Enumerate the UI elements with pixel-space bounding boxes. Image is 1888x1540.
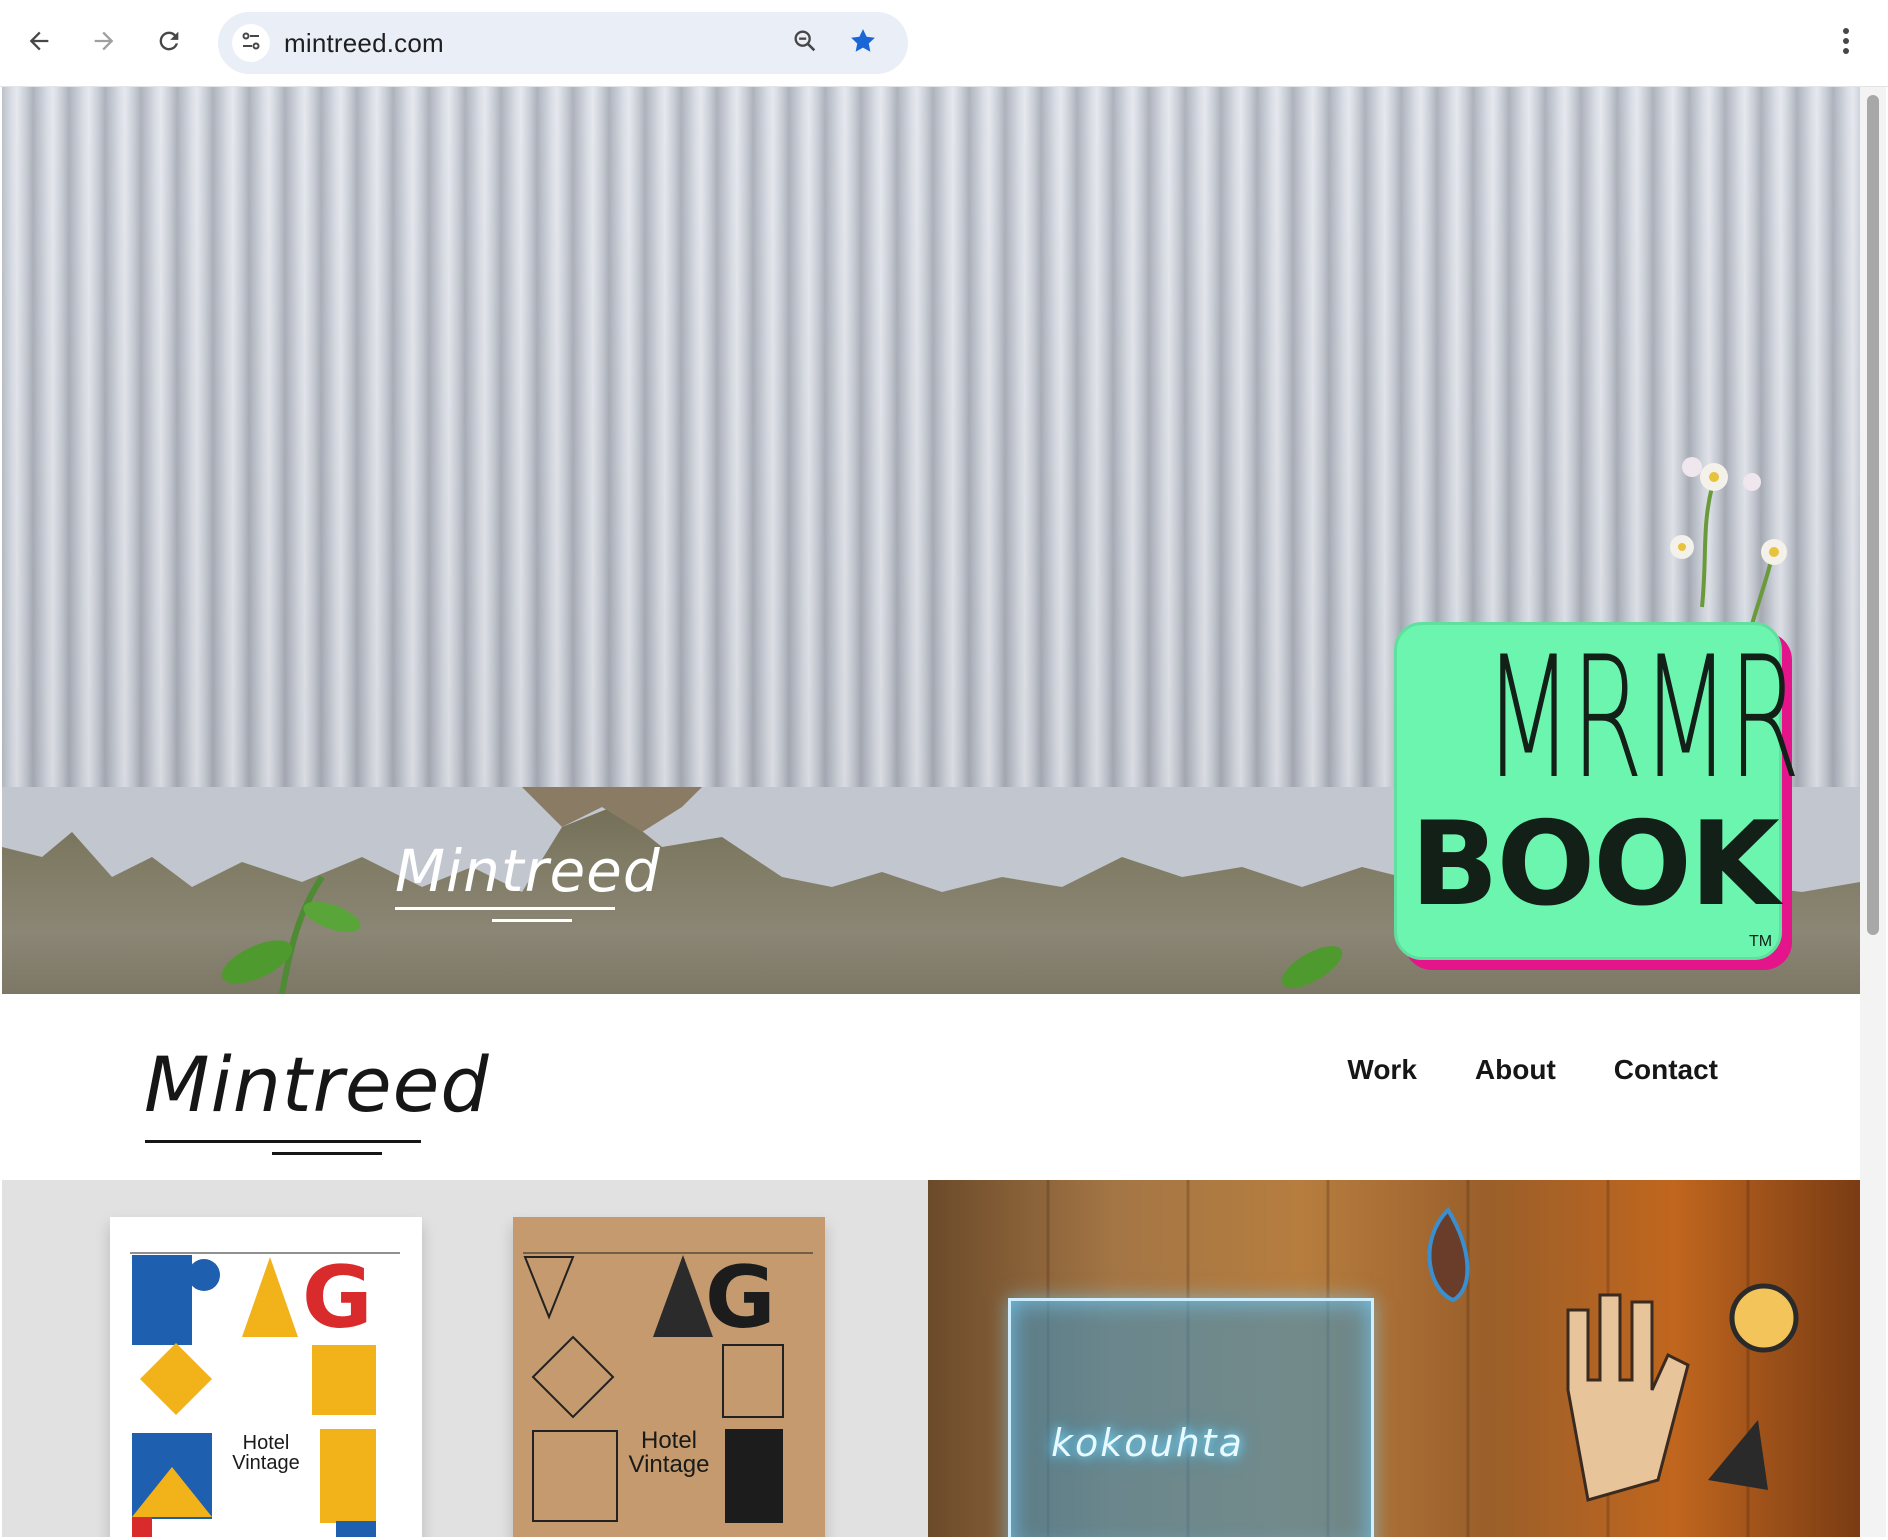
brand-underline (272, 1152, 382, 1155)
bookmark-button[interactable] (844, 24, 882, 62)
zoom-icon (791, 27, 819, 60)
site-info-button[interactable] (232, 24, 270, 62)
poster-label-line-2: Hotel Vintage (628, 1427, 710, 1478)
arrow-right-icon (90, 27, 118, 60)
poster-pattern: G (523, 1248, 813, 1523)
address-bar[interactable]: mintreed.com (218, 12, 908, 74)
brand-underline (145, 1140, 421, 1143)
sticker-trademark: TM (1749, 933, 1773, 950)
sticker-body: MRMR BOOK TM (1394, 620, 1801, 960)
url-text[interactable]: mintreed.com (284, 28, 444, 59)
svg-text:G: G (302, 1248, 373, 1348)
hero-logo-underline (492, 919, 572, 922)
brand-logo[interactable]: Mintreed (144, 1040, 490, 1129)
svg-text:G: G (705, 1248, 776, 1348)
site-header: Mintreed Work About Contact (2, 994, 1860, 1180)
neon-sign: kokouhta (1008, 1298, 1374, 1537)
work-tile[interactable]: G Hotel Vintage G Hotel Vintage (2, 1180, 928, 1537)
page-scrollbar[interactable] (1860, 87, 1886, 1537)
poster-label-line-1: Hotel Vintage (232, 1432, 300, 1474)
work-grid: G Hotel Vintage G Hotel Vintage kokouhta (2, 1180, 1860, 1537)
hero-banner: Mintreed MRMR BOOK TM (2, 87, 1860, 994)
nav-work[interactable]: Work (1347, 1054, 1417, 1086)
hero-logo-underline (395, 907, 615, 910)
browser-menu-button[interactable] (1826, 19, 1866, 67)
hero-logo: Mintreed (395, 837, 661, 905)
work-tile[interactable]: kokouhta (928, 1180, 1860, 1537)
neon-sign-text: kokouhta (1051, 1421, 1244, 1465)
poster-image: G Hotel Vintage (513, 1217, 825, 1537)
star-icon (848, 26, 878, 61)
tune-icon (239, 29, 263, 58)
sticker-subtitle: BOOK (1410, 797, 1780, 932)
poster-pattern: G (130, 1248, 400, 1537)
nav-contact[interactable]: Contact (1614, 1054, 1718, 1086)
browser-toolbar: mintreed.com (0, 0, 1888, 87)
poster-label: Hotel Vintage (110, 1433, 422, 1473)
poster-label: Hotel Vintage (513, 1429, 825, 1477)
nav-about[interactable]: About (1475, 1054, 1556, 1086)
scrollbar-thumb[interactable] (1867, 95, 1879, 935)
poster-image: G Hotel Vintage (110, 1217, 422, 1537)
back-button[interactable] (15, 19, 63, 67)
page-viewport: Mintreed MRMR BOOK TM Mintreed Work Abou… (2, 87, 1860, 1537)
arrow-left-icon (25, 27, 53, 60)
reload-icon (155, 27, 183, 60)
kebab-menu-icon (1842, 27, 1850, 60)
main-nav: Work About Contact (1347, 1054, 1718, 1086)
mrmr-book-sticker: MRMR BOOK TM (1394, 620, 1801, 974)
zoom-button[interactable] (786, 24, 824, 62)
reload-button[interactable] (145, 19, 193, 67)
forward-button[interactable] (80, 19, 128, 67)
sticker-title: MRMR (1483, 620, 1801, 816)
